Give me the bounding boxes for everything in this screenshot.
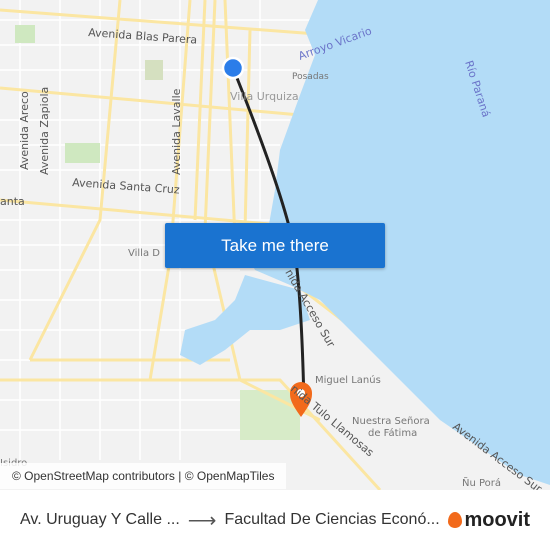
- place-label: Ñu Porá: [462, 476, 501, 489]
- origin-marker[interactable]: [221, 56, 245, 80]
- moovit-logo[interactable]: moovit: [448, 509, 530, 532]
- route-footer: Av. Uruguay Y Calle ... ⟶ Facultad De Ci…: [0, 490, 550, 550]
- place-label: Villa D: [128, 248, 160, 259]
- park: [145, 60, 163, 80]
- park: [65, 143, 100, 163]
- street-label: Avenida Zapiola: [38, 87, 51, 175]
- park: [15, 25, 35, 43]
- place-label: Posadas: [292, 72, 329, 82]
- street-label: Avenida Lavalle: [170, 88, 183, 175]
- street-label: Avenida Areco: [18, 91, 31, 170]
- water-lagoon: [180, 275, 310, 365]
- place-label: Villa Urquiza: [230, 90, 299, 103]
- brand-name: moovit: [464, 508, 530, 531]
- place-label: de Fátima: [368, 427, 417, 439]
- street-label: Avenida Santa Cruz: [72, 176, 180, 196]
- origin-stop-name: Av. Uruguay Y Calle ...: [20, 511, 180, 528]
- map-attribution[interactable]: © OpenStreetMap contributors | © OpenMap…: [0, 463, 287, 489]
- map[interactable]: Avenida Blas Parera Arroyo Vicario Posad…: [0, 0, 550, 490]
- arrow-right-icon: ⟶: [187, 509, 217, 532]
- place-label: Nuestra Señora: [352, 416, 430, 427]
- street-label: Avenida Blas Parera: [88, 26, 198, 47]
- take-me-there-button[interactable]: Take me there: [165, 223, 385, 268]
- moovit-pin-icon: [448, 512, 463, 528]
- street-label: anta: [0, 195, 25, 208]
- destination-name: Facultad De Ciencias Econó...: [224, 511, 440, 528]
- place-label: Miguel Lanús: [315, 374, 381, 386]
